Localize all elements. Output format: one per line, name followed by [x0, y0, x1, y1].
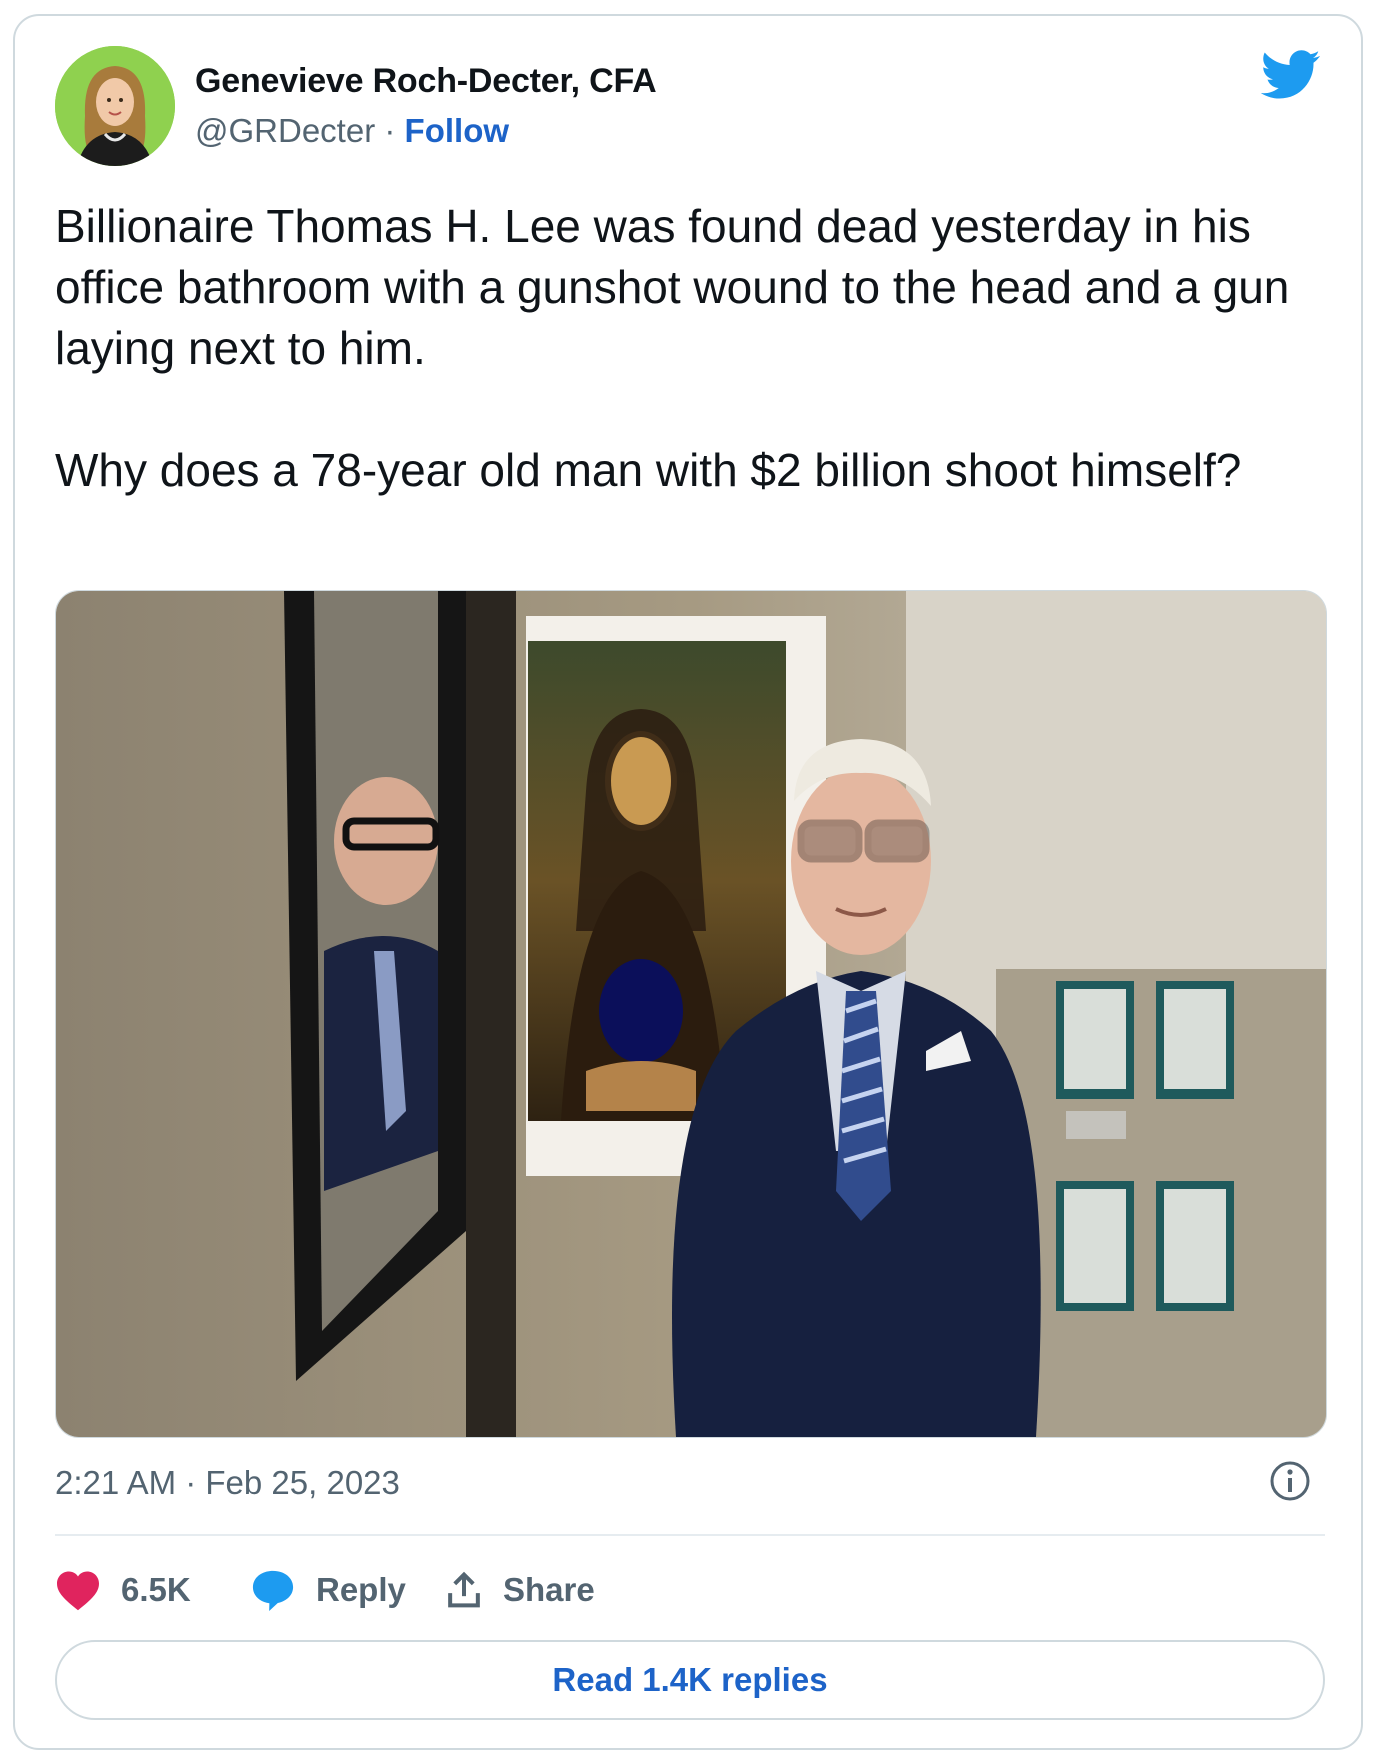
info-icon[interactable] — [1269, 1460, 1311, 1502]
tweet-photo[interactable] — [55, 590, 1327, 1438]
follow-link[interactable]: Follow — [405, 112, 509, 149]
author-name[interactable]: Genevieve Roch-Decter, CFA — [195, 62, 657, 101]
divider — [55, 1534, 1325, 1536]
share-label: Share — [503, 1571, 595, 1608]
tweet-card: Genevieve Roch-Decter, CFA @GRDecter · F… — [13, 14, 1363, 1750]
reply-button[interactable]: Reply — [250, 1562, 406, 1618]
like-count: 6.5K — [121, 1571, 191, 1608]
avatar-photo — [55, 46, 175, 166]
author-avatar[interactable] — [55, 46, 175, 166]
share-button[interactable]: Share — [445, 1562, 595, 1618]
photo-illustration — [56, 591, 1326, 1437]
author-handle-row: @GRDecter · Follow — [195, 112, 509, 150]
heart-icon — [57, 1571, 99, 1611]
tweet-text: Billionaire Thomas H. Lee was found dead… — [55, 200, 1290, 496]
like-button[interactable]: 6.5K — [55, 1562, 191, 1618]
tweet-timestamp[interactable]: 2:21 AM · Feb 25, 2023 — [55, 1464, 400, 1502]
reply-label: Reply — [316, 1571, 406, 1608]
twitter-bird-icon[interactable] — [1261, 50, 1321, 100]
separator-dot: · — [384, 112, 396, 149]
read-replies-button[interactable]: Read 1.4K replies — [55, 1640, 1325, 1720]
speech-bubble-icon — [252, 1570, 294, 1612]
author-handle[interactable]: @GRDecter — [195, 112, 375, 149]
share-upload-icon — [448, 1571, 480, 1608]
